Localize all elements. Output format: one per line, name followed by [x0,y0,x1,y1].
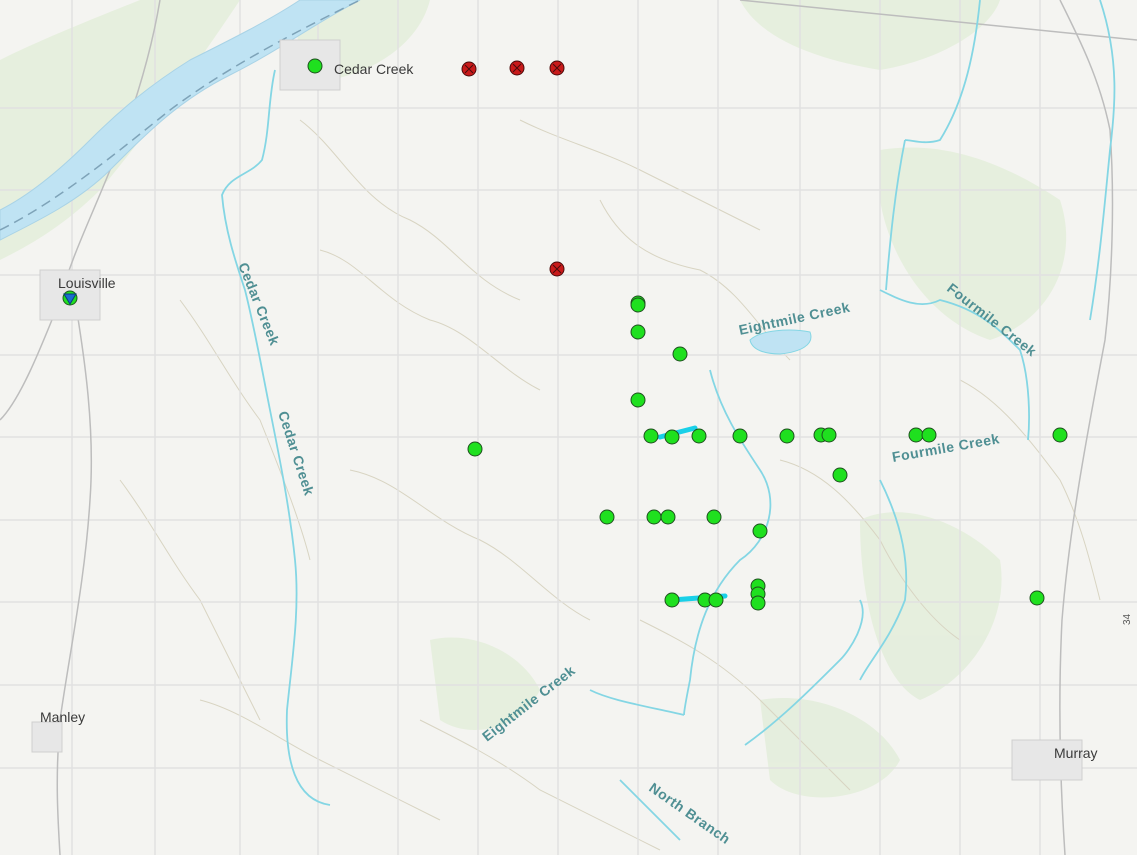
active-site-marker[interactable] [908,427,924,443]
active-site-marker[interactable] [706,509,722,525]
active-site-marker[interactable] [672,346,688,362]
active-site-marker[interactable] [646,509,662,525]
map-background [0,0,1137,855]
active-site-marker[interactable] [307,58,323,74]
active-site-marker[interactable] [664,592,680,608]
active-site-marker[interactable] [752,523,768,539]
route-label-34: 34 [1122,613,1133,625]
place-label-cedar-creek: Cedar Creek [334,61,414,77]
active-site-marker[interactable] [779,428,795,444]
place-label-louisville: Louisville [58,275,116,291]
active-site-marker[interactable] [708,592,724,608]
active-site-marker[interactable] [643,428,659,444]
inactive-site-marker[interactable] [509,60,525,76]
active-site-marker[interactable] [664,429,680,445]
inactive-site-marker[interactable] [549,60,565,76]
active-site-marker[interactable] [821,427,837,443]
gauge-station-icon[interactable] [62,290,78,306]
active-site-marker[interactable] [832,467,848,483]
inactive-site-marker[interactable] [461,61,477,77]
active-site-marker[interactable] [1029,590,1045,606]
active-site-marker[interactable] [732,428,748,444]
active-site-marker[interactable] [630,297,646,313]
active-site-marker[interactable] [599,509,615,525]
active-site-marker[interactable] [660,509,676,525]
active-site-marker[interactable] [630,392,646,408]
topographic-map[interactable]: Cedar Creek Louisville Manley Murray Ced… [0,0,1137,855]
inactive-site-marker[interactable] [549,261,565,277]
active-site-marker[interactable] [630,324,646,340]
active-site-marker[interactable] [691,428,707,444]
active-site-marker[interactable] [750,595,766,611]
active-site-marker[interactable] [921,427,937,443]
active-site-marker[interactable] [467,441,483,457]
place-label-murray: Murray [1054,745,1098,761]
active-site-marker[interactable] [1052,427,1068,443]
place-label-manley: Manley [40,709,85,725]
